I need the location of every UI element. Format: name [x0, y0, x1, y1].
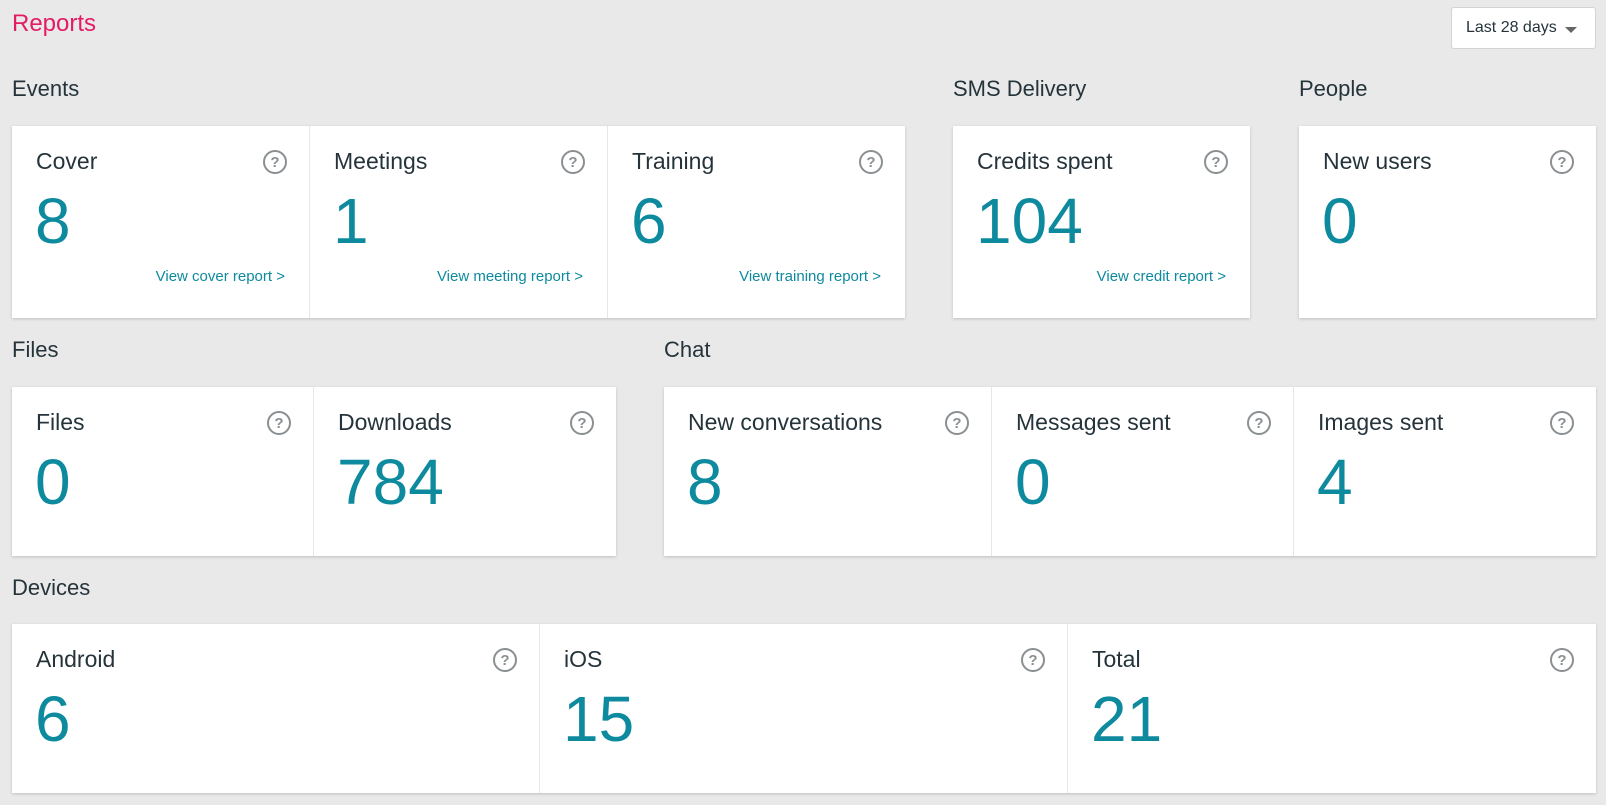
- help-icon[interactable]: ?: [263, 150, 287, 174]
- card-label: New conversations: [688, 409, 883, 435]
- card-label: Images sent: [1318, 409, 1444, 435]
- card-ios: iOS ? 15: [540, 624, 1068, 793]
- help-icon[interactable]: ?: [1550, 648, 1574, 672]
- help-icon[interactable]: ?: [1550, 411, 1574, 435]
- chevron-down-icon: [1564, 26, 1577, 33]
- card-label: iOS: [564, 646, 603, 672]
- sms-group: Credits spent ? 104 View credit report >: [953, 126, 1250, 318]
- card-value: 8: [35, 185, 71, 257]
- card-files: Files ? 0: [12, 387, 314, 556]
- card-label: Credits spent: [977, 148, 1113, 174]
- card-label: New users: [1323, 148, 1432, 174]
- help-icon[interactable]: ?: [1204, 150, 1228, 174]
- card-value: 6: [631, 185, 667, 257]
- card-value: 6: [35, 683, 71, 755]
- help-icon[interactable]: ?: [561, 150, 585, 174]
- card-new-conversations: New conversations ? 8: [664, 387, 992, 556]
- date-range-dropdown[interactable]: Last 28 days: [1451, 7, 1596, 49]
- card-value: 104: [976, 185, 1083, 257]
- card-training: Training ? 6 View training report >: [608, 126, 905, 318]
- card-value: 4: [1317, 446, 1353, 518]
- card-value: 0: [1015, 446, 1051, 518]
- view-training-report-link[interactable]: View training report >: [739, 268, 881, 285]
- section-title-chat: Chat: [664, 337, 711, 362]
- card-downloads: Downloads ? 784: [314, 387, 616, 556]
- section-title-files: Files: [12, 337, 59, 362]
- card-credits-spent: Credits spent ? 104 View credit report >: [953, 126, 1250, 318]
- card-total: Total ? 21: [1068, 624, 1596, 793]
- help-icon[interactable]: ?: [1021, 648, 1045, 672]
- view-cover-report-link[interactable]: View cover report >: [156, 268, 285, 285]
- page-title: Reports: [12, 10, 97, 37]
- help-icon[interactable]: ?: [859, 150, 883, 174]
- card-label: Cover: [36, 148, 98, 174]
- files-group: Files ? 0 Downloads ? 784: [12, 387, 616, 556]
- view-meeting-report-link[interactable]: View meeting report >: [437, 268, 583, 285]
- section-title-people: People: [1299, 76, 1368, 101]
- help-icon[interactable]: ?: [1247, 411, 1271, 435]
- help-icon[interactable]: ?: [1550, 150, 1574, 174]
- card-android: Android ? 6: [12, 624, 540, 793]
- card-meetings: Meetings ? 1 View meeting report >: [310, 126, 608, 318]
- card-label: Training: [632, 148, 715, 174]
- card-value: 0: [1322, 185, 1358, 257]
- help-icon[interactable]: ?: [570, 411, 594, 435]
- section-title-events: Events: [12, 76, 80, 101]
- card-value: 0: [35, 446, 71, 518]
- card-label: Files: [36, 409, 85, 435]
- card-value: 8: [687, 446, 723, 518]
- section-title-devices: Devices: [12, 575, 91, 600]
- help-icon[interactable]: ?: [945, 411, 969, 435]
- card-label: Android: [36, 646, 116, 672]
- card-images-sent: Images sent ? 4: [1294, 387, 1596, 556]
- view-credit-report-link[interactable]: View credit report >: [1097, 268, 1226, 285]
- help-icon[interactable]: ?: [267, 411, 291, 435]
- section-title-sms-delivery: SMS Delivery: [953, 76, 1087, 101]
- people-group: New users ? 0: [1299, 126, 1596, 318]
- date-range-label: Last 28 days: [1466, 19, 1557, 36]
- card-value: 784: [337, 446, 444, 518]
- events-group: Cover ? 8 View cover report > Meetings ?…: [12, 126, 905, 318]
- card-label: Total: [1092, 646, 1141, 672]
- card-label: Meetings: [334, 148, 428, 174]
- help-icon[interactable]: ?: [493, 648, 517, 672]
- card-value: 21: [1091, 683, 1163, 755]
- card-label: Downloads: [338, 409, 452, 435]
- chat-group: New conversations ? 8 Messages sent ? 0 …: [664, 387, 1596, 556]
- card-new-users: New users ? 0: [1299, 126, 1596, 318]
- card-cover: Cover ? 8 View cover report >: [12, 126, 310, 318]
- card-value: 15: [563, 683, 635, 755]
- card-value: 1: [333, 185, 369, 257]
- devices-group: Android ? 6 iOS ? 15 Total ? 21: [12, 624, 1596, 793]
- card-label: Messages sent: [1016, 409, 1171, 435]
- card-messages-sent: Messages sent ? 0: [992, 387, 1294, 556]
